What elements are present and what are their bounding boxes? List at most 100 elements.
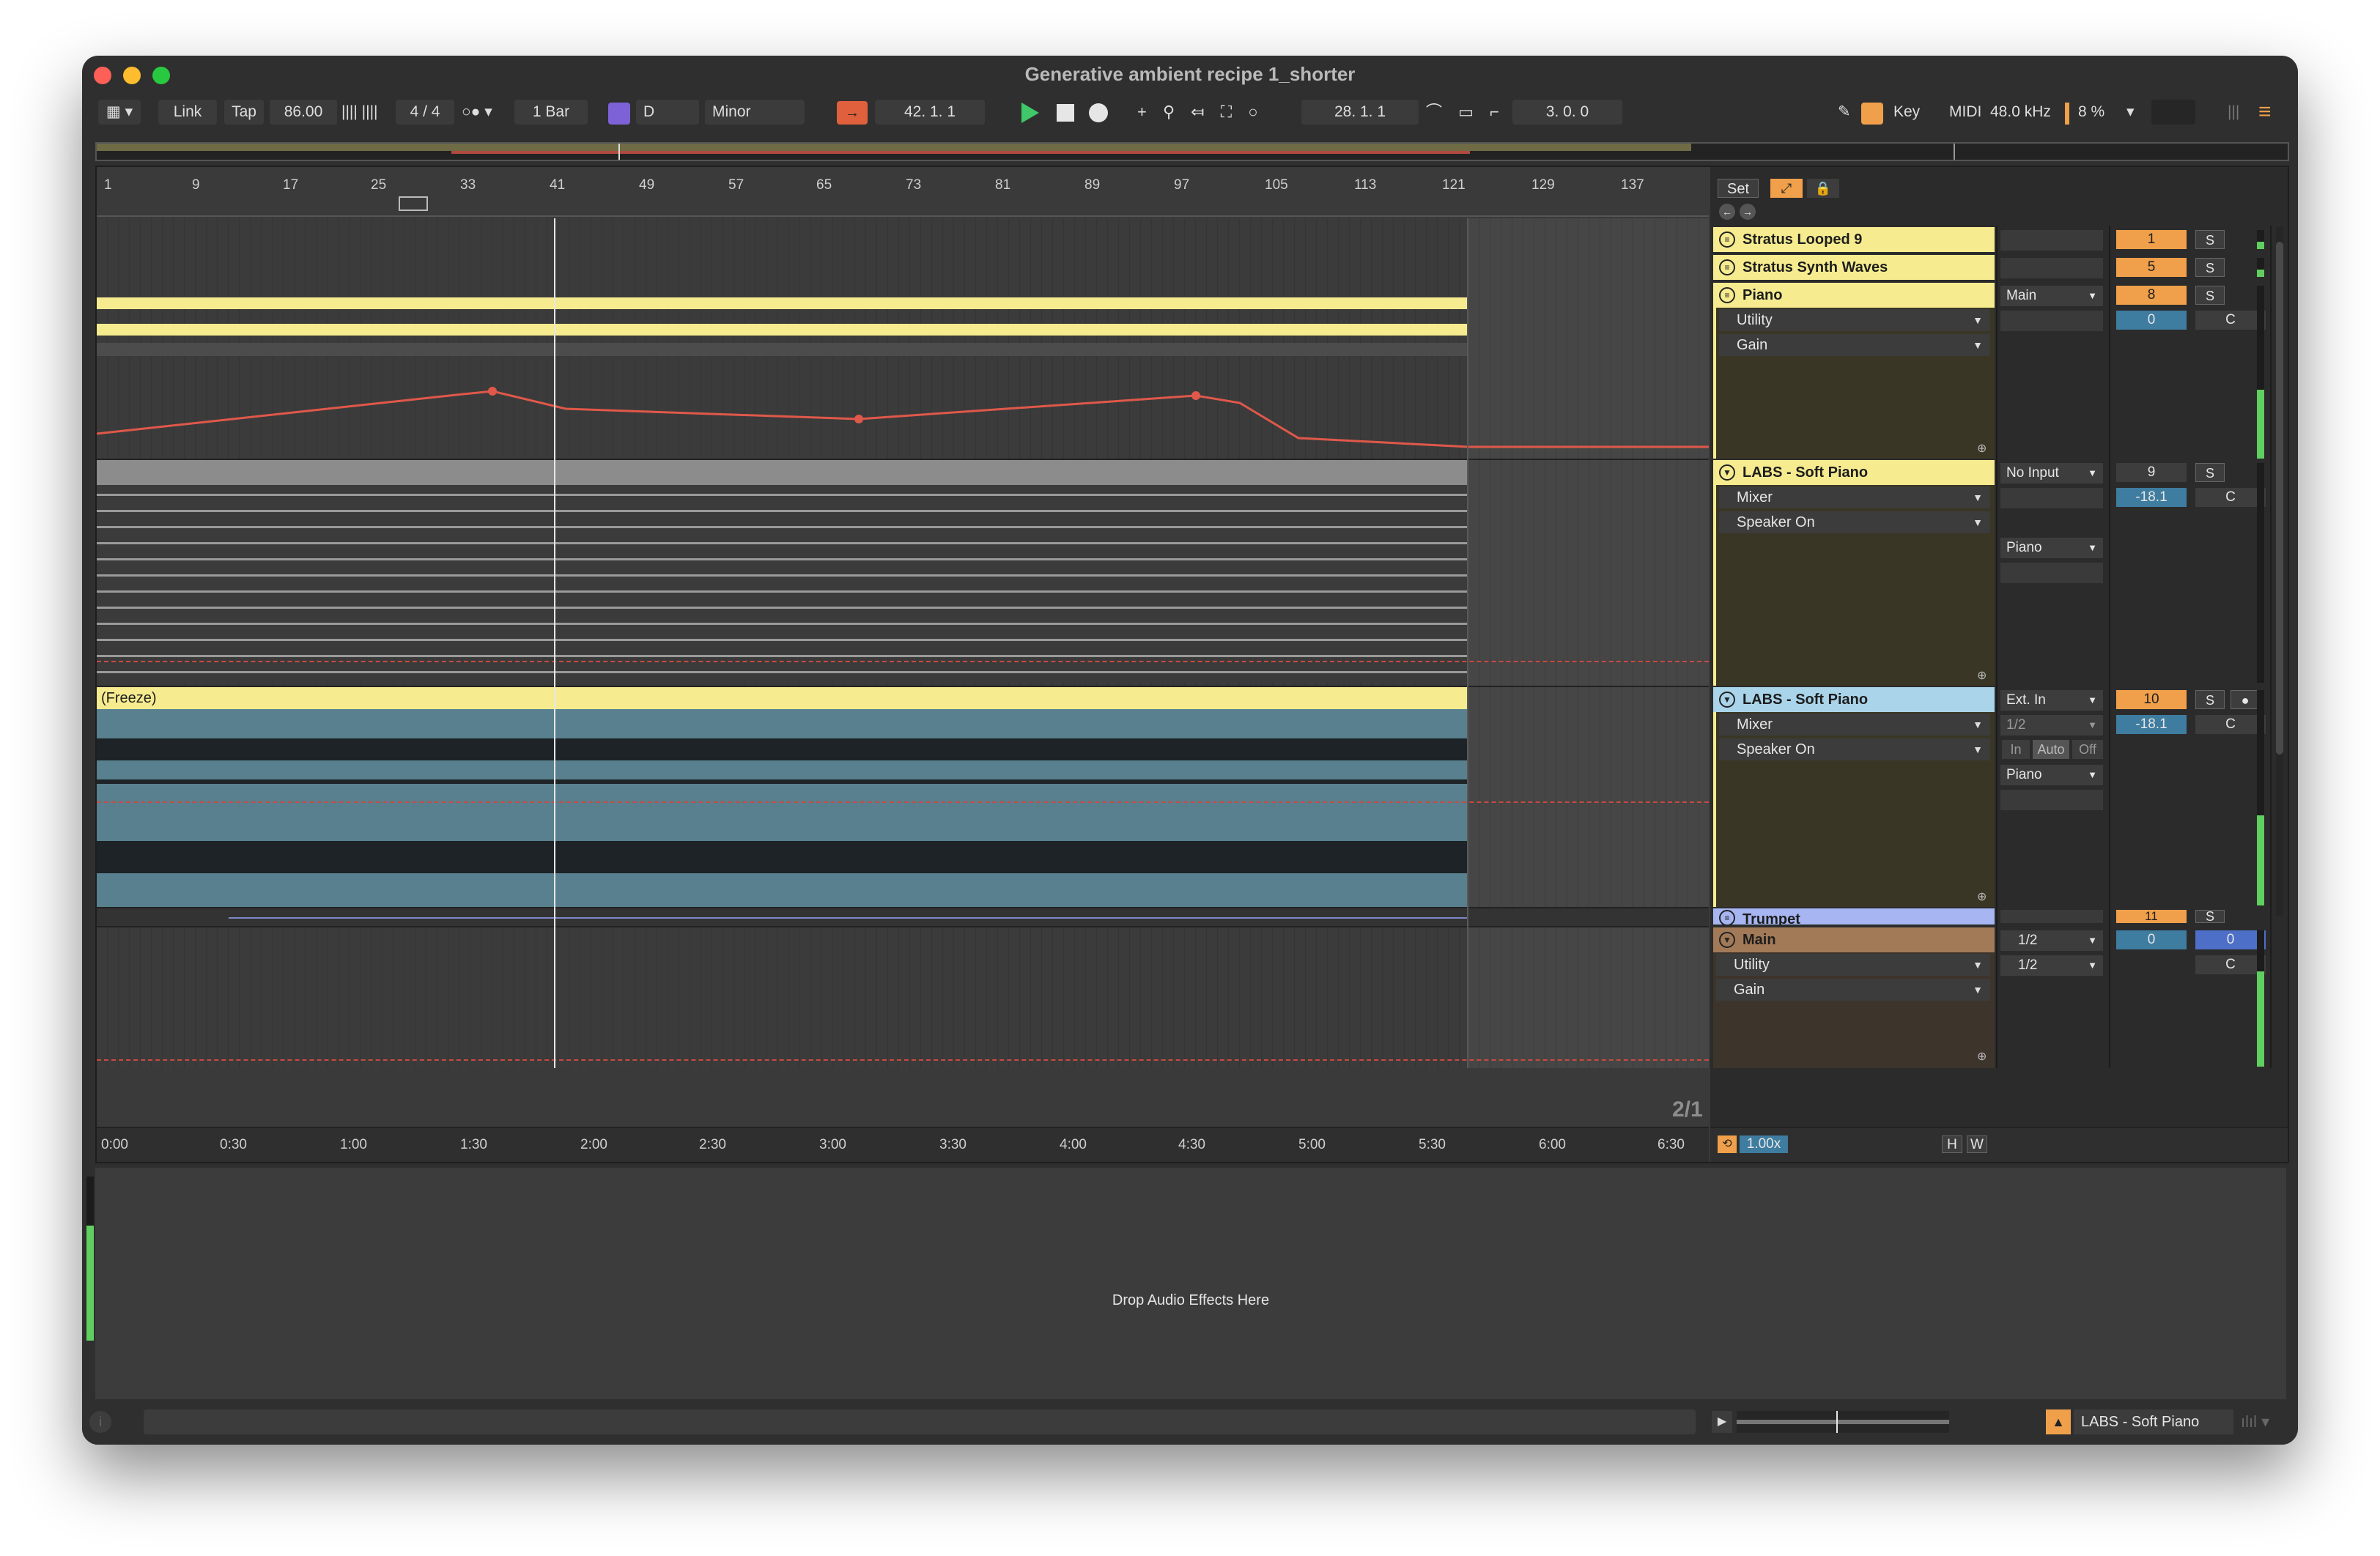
main-pan-field[interactable]: C <box>2195 955 2266 974</box>
arrangement-tools-icons[interactable]: + ⚲ ⤆ ⛶ ○ <box>1137 100 1276 125</box>
main-output-channel[interactable]: 1/2 <box>2000 955 2103 976</box>
volume-field[interactable]: -18.1 <box>2116 715 2187 734</box>
pan-field[interactable]: C <box>2195 311 2266 330</box>
clip-stratus-looped[interactable] <box>97 297 1468 309</box>
add-lane-icon[interactable]: ⊕ <box>1977 1049 1987 1064</box>
arrangement-position-icon[interactable]: → <box>837 101 868 125</box>
fold-icon[interactable]: ▼ <box>1719 692 1735 708</box>
solo-button[interactable]: S <box>2195 690 2225 709</box>
fold-icon[interactable]: ≡ <box>1719 910 1735 925</box>
fold-icon[interactable]: ≡ <box>1719 231 1735 248</box>
add-lane-icon[interactable]: ⊕ <box>1977 441 1987 456</box>
device-mixer[interactable]: Mixer <box>1719 714 1990 736</box>
device-speaker-on[interactable]: Speaker On <box>1719 511 1990 533</box>
monitor-auto-button[interactable]: Auto <box>2033 740 2069 759</box>
monitor-off-button[interactable]: Off <box>2072 740 2103 759</box>
set-button[interactable]: Set <box>1718 179 1759 198</box>
fold-icon[interactable]: ≡ <box>1719 259 1735 275</box>
main-input-channel[interactable]: 1/2 <box>2000 930 2103 951</box>
follow-icon[interactable]: ○● ▾ <box>462 100 513 125</box>
track-activator[interactable]: 1 <box>2116 230 2187 249</box>
metronome-icon[interactable]: |||| |||| <box>341 100 393 125</box>
track-main-header[interactable]: ▼ Main <box>1713 927 1995 952</box>
time-signature-field[interactable]: 4 / 4 <box>396 100 454 125</box>
key-root-dropdown[interactable]: D <box>636 100 699 125</box>
stop-icon[interactable] <box>1057 104 1074 122</box>
input-dropdown[interactable]: Ext. In <box>2000 690 2103 711</box>
menu-icon[interactable]: ≡ <box>2258 100 2280 125</box>
info-icon[interactable]: i <box>89 1411 111 1433</box>
volume-field[interactable]: 0 <box>2116 311 2187 330</box>
track-labs-soft-piano-frozen-header[interactable]: ▼ LABS - Soft Piano <box>1713 687 1995 712</box>
time-ruler[interactable]: 0:00 0:30 1:00 1:30 2:00 2:30 3:00 3:30 … <box>97 1127 1709 1162</box>
tempo-field[interactable]: 86.00 <box>270 100 337 125</box>
automation-arm-icon[interactable]: ⤢ <box>1770 179 1803 198</box>
midi-notes[interactable] <box>97 485 1468 683</box>
solo-button[interactable]: S <box>2195 286 2225 305</box>
song-position-field[interactable]: 42. 1. 1 <box>875 100 985 125</box>
midi-clip-header[interactable] <box>97 460 1468 485</box>
link-button[interactable]: Link <box>158 100 217 125</box>
solo-button[interactable]: S <box>2195 910 2225 923</box>
scale-dropdown[interactable]: Minor <box>705 100 805 125</box>
audio-waveform-clip[interactable] <box>97 709 1468 907</box>
output-channel-slot[interactable] <box>2000 563 2103 583</box>
clip-stratus-synth-waves[interactable] <box>97 324 1468 336</box>
track-activator[interactable]: 10 <box>2116 690 2187 709</box>
back-arrow-icon[interactable]: ← <box>1719 204 1735 220</box>
view-toggle-button[interactable]: ▦ ▾ <box>98 100 141 125</box>
automation-point[interactable] <box>488 387 497 396</box>
track-io-slot[interactable] <box>2000 258 2103 278</box>
device-speaker-on[interactable]: Speaker On <box>1719 738 1990 760</box>
track-io-slot[interactable] <box>2000 230 2103 251</box>
input-dropdown[interactable]: No Input <box>2000 463 2103 484</box>
locator-marker-icon[interactable] <box>399 196 428 211</box>
h-button[interactable]: H <box>1942 1135 1962 1153</box>
pan-field[interactable]: C <box>2195 715 2266 734</box>
add-lane-icon[interactable]: ⊕ <box>1977 668 1987 683</box>
playhead[interactable] <box>554 218 555 1068</box>
tempo-follow-icon[interactable]: ⟲ <box>1718 1135 1737 1153</box>
freeze-clip-header[interactable]: (Freeze) <box>97 687 1468 709</box>
loop-length-field[interactable]: 3. 0. 0 <box>1512 100 1622 125</box>
cpu-dropdown-icon[interactable]: ▾ <box>2126 100 2144 125</box>
track-number[interactable]: 9 <box>2116 463 2187 482</box>
input-slot[interactable] <box>2000 311 2103 331</box>
main-volume-field[interactable]: 0 <box>2116 930 2187 949</box>
input-channel-dropdown[interactable]: 1/2 <box>2000 715 2103 736</box>
track-activator[interactable]: 11 <box>2116 910 2187 923</box>
monitor-in-button[interactable]: In <box>2002 740 2030 759</box>
draw-mode-icon[interactable]: ✎ <box>1838 100 1855 125</box>
solo-button[interactable]: S <box>2195 230 2225 249</box>
forward-arrow-icon[interactable]: → <box>1740 204 1756 220</box>
output-dropdown[interactable]: Piano <box>2000 538 2103 558</box>
solo-button[interactable]: S <box>2195 258 2225 277</box>
arrangement-overview[interactable] <box>95 142 2289 161</box>
output-dropdown[interactable]: Piano <box>2000 765 2103 785</box>
channel-slot[interactable] <box>2000 488 2103 508</box>
arm-button[interactable]: ● <box>2231 690 2260 709</box>
lock-icon[interactable]: 🔒 <box>1807 179 1839 198</box>
scale-mode-icon[interactable] <box>608 103 630 125</box>
beat-ruler[interactable]: 1 9 17 25 33 41 49 57 65 73 81 89 97 105… <box>97 167 1709 218</box>
automation-point[interactable] <box>1191 391 1200 400</box>
fold-icon[interactable]: ▼ <box>1719 932 1735 948</box>
device-type-icon[interactable]: ▲ <box>2046 1409 2071 1434</box>
device-mixer[interactable]: Mixer <box>1719 486 1990 508</box>
solo-button[interactable]: S <box>2195 463 2225 482</box>
fold-icon[interactable]: ≡ <box>1719 287 1735 303</box>
tempo-factor-field[interactable]: 1.00x <box>1740 1135 1788 1153</box>
track-labs-soft-piano-header[interactable]: ▼ LABS - Soft Piano <box>1713 460 1995 485</box>
quantize-dropdown[interactable]: 1 Bar <box>514 100 588 125</box>
device-gain[interactable]: Gain <box>1719 334 1990 356</box>
track-activator[interactable]: 5 <box>2116 258 2187 277</box>
automation-point[interactable] <box>854 415 863 423</box>
track-trumpet-header[interactable]: ≡ Trumpet <box>1713 908 1995 925</box>
pan-field[interactable]: C <box>2195 488 2266 507</box>
meter-toggle-icon[interactable]: ılıl ▾ <box>2241 1409 2285 1434</box>
add-lane-icon[interactable]: ⊕ <box>1977 889 1987 904</box>
fold-icon[interactable]: ▼ <box>1719 464 1735 481</box>
w-button[interactable]: W <box>1967 1135 1987 1153</box>
tap-tempo-button[interactable]: Tap <box>224 100 264 125</box>
track-stratus-synth-header[interactable]: ≡ Stratus Synth Waves <box>1713 255 1995 280</box>
